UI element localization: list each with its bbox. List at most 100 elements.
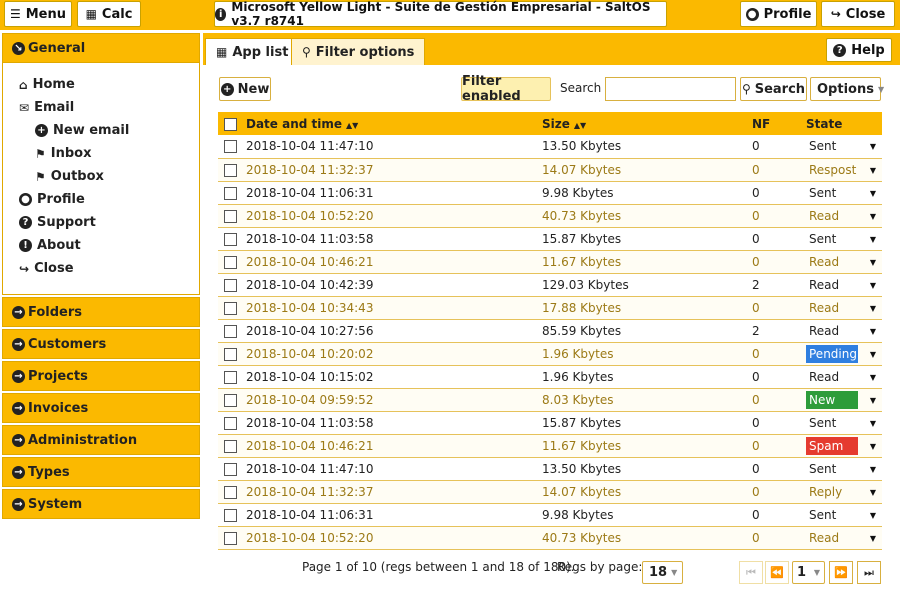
row-checkbox[interactable] xyxy=(224,255,237,269)
tab-filter-options[interactable]: ⚲ Filter options xyxy=(291,38,426,65)
chevron-down-icon[interactable]: ▼ xyxy=(870,189,876,198)
chevron-down-icon[interactable]: ▼ xyxy=(870,442,876,451)
sidebar-group-customers[interactable]: → Customers xyxy=(2,329,200,359)
sidebar-item-new-email[interactable]: + New email xyxy=(3,119,199,142)
sidebar-item-outbox[interactable]: ⚑ Outbox xyxy=(3,165,199,188)
sidebar-group-general[interactable]: ↘ General xyxy=(2,33,200,63)
sidebar-item-profile[interactable]: ● Profile xyxy=(3,188,199,211)
chevron-down-icon[interactable]: ▼ xyxy=(870,304,876,313)
options-select[interactable]: Options ▼ xyxy=(810,77,884,101)
regs-per-page-select[interactable]: 18 ▼ xyxy=(642,561,683,584)
chevron-down-icon[interactable]: ▼ xyxy=(870,142,876,151)
sidebar-group-folders[interactable]: → Folders xyxy=(2,297,200,327)
chevron-down-icon[interactable]: ▼ xyxy=(870,373,876,382)
cell-state[interactable]: Read ▼ xyxy=(806,526,882,550)
sidebar-item-support[interactable]: ? Support xyxy=(3,211,199,234)
cell-state[interactable]: Sent ▼ xyxy=(806,411,882,435)
row-checkbox[interactable] xyxy=(224,163,237,177)
row-checkbox[interactable] xyxy=(224,232,237,246)
table-row[interactable]: 2018-10-04 10:46:21 11.67 Kbytes 0 Spam ▼ xyxy=(218,434,882,458)
table-row[interactable]: 2018-10-04 11:03:58 15.87 Kbytes 0 Sent ▼ xyxy=(218,227,882,251)
table-row[interactable]: 2018-10-04 11:06:31 9.98 Kbytes 0 Sent ▼ xyxy=(218,503,882,527)
column-header-size[interactable]: Size ▲▼ xyxy=(542,112,752,135)
sidebar-item-about[interactable]: ! About xyxy=(3,234,199,257)
search-input[interactable] xyxy=(605,77,736,101)
chevron-down-icon[interactable]: ▼ xyxy=(870,511,876,520)
search-button[interactable]: ⚲ Search xyxy=(740,77,807,101)
table-row[interactable]: 2018-10-04 10:34:43 17.88 Kbytes 0 Read ▼ xyxy=(218,296,882,320)
row-checkbox[interactable] xyxy=(224,186,237,200)
row-checkbox[interactable] xyxy=(224,278,237,292)
sidebar-group-projects[interactable]: → Projects xyxy=(2,361,200,391)
chevron-down-icon[interactable]: ▼ xyxy=(870,350,876,359)
page-select[interactable]: 1 ▼ xyxy=(792,561,825,584)
cell-state[interactable]: Pending ▼ xyxy=(806,342,882,366)
cell-state[interactable]: Reply ▼ xyxy=(806,480,882,504)
table-row[interactable]: 2018-10-04 09:59:52 8.03 Kbytes 0 New ▼ xyxy=(218,388,882,412)
table-row[interactable]: 2018-10-04 10:27:56 85.59 Kbytes 2 Read ▼ xyxy=(218,319,882,343)
cell-state[interactable]: Sent ▼ xyxy=(806,503,882,527)
table-row[interactable]: 2018-10-04 10:15:02 1.96 Kbytes 0 Read ▼ xyxy=(218,365,882,389)
row-checkbox[interactable] xyxy=(224,347,237,361)
sidebar-group-types[interactable]: → Types xyxy=(2,457,200,487)
table-row[interactable]: 2018-10-04 11:47:10 13.50 Kbytes 0 Sent ▼ xyxy=(218,135,882,159)
cell-state[interactable]: Read ▼ xyxy=(806,204,882,228)
cell-state[interactable]: Sent ▼ xyxy=(806,181,882,205)
row-checkbox[interactable] xyxy=(224,416,237,430)
chevron-down-icon[interactable]: ▼ xyxy=(870,281,876,290)
row-checkbox[interactable] xyxy=(224,324,237,338)
tab-app-list[interactable]: ▦ App list xyxy=(205,38,300,65)
cell-state[interactable]: Read ▼ xyxy=(806,250,882,274)
sidebar-item-email[interactable]: ✉ Email xyxy=(3,96,199,119)
table-row[interactable]: 2018-10-04 11:06:31 9.98 Kbytes 0 Sent ▼ xyxy=(218,181,882,205)
cell-state[interactable]: New ▼ xyxy=(806,388,882,412)
chevron-down-icon[interactable]: ▼ xyxy=(870,258,876,267)
row-checkbox[interactable] xyxy=(224,301,237,315)
help-button[interactable]: ? Help xyxy=(826,38,892,62)
chevron-down-icon[interactable]: ▼ xyxy=(870,534,876,543)
last-page-button[interactable]: ⏭ xyxy=(857,561,881,584)
cell-state[interactable]: Spam ▼ xyxy=(806,434,882,458)
cell-state[interactable]: Sent ▼ xyxy=(806,457,882,481)
calc-button[interactable]: ▦ Calc xyxy=(77,1,141,27)
table-row[interactable]: 2018-10-04 10:20:02 1.96 Kbytes 0 Pending ▼ xyxy=(218,342,882,366)
row-checkbox[interactable] xyxy=(224,462,237,476)
table-row[interactable]: 2018-10-04 11:32:37 14.07 Kbytes 0 Reply ▼ xyxy=(218,480,882,504)
cell-state[interactable]: Read ▼ xyxy=(806,273,882,297)
table-row[interactable]: 2018-10-04 10:46:21 11.67 Kbytes 0 Read ▼ xyxy=(218,250,882,274)
row-checkbox[interactable] xyxy=(224,140,237,154)
row-checkbox[interactable] xyxy=(224,439,237,453)
cell-state[interactable]: Respost ▼ xyxy=(806,158,882,182)
table-row[interactable]: 2018-10-04 10:52:20 40.73 Kbytes 0 Read ▼ xyxy=(218,204,882,228)
row-checkbox[interactable] xyxy=(224,485,237,499)
select-all-checkbox[interactable] xyxy=(224,117,237,131)
chevron-down-icon[interactable]: ▼ xyxy=(870,396,876,405)
row-checkbox[interactable] xyxy=(224,370,237,384)
profile-button[interactable]: ● Profile xyxy=(740,1,817,27)
cell-state[interactable]: Sent ▼ xyxy=(806,227,882,251)
row-checkbox[interactable] xyxy=(224,209,237,223)
chevron-down-icon[interactable]: ▼ xyxy=(870,327,876,336)
close-button[interactable]: ↪ Close xyxy=(821,1,895,27)
first-page-button[interactable]: ⏮ xyxy=(739,561,763,584)
cell-state[interactable]: Read ▼ xyxy=(806,296,882,320)
chevron-down-icon[interactable]: ▼ xyxy=(870,235,876,244)
menu-button[interactable]: ☰ Menu xyxy=(4,1,72,27)
sidebar-group-invoices[interactable]: → Invoices xyxy=(2,393,200,423)
next-page-button[interactable]: ⏩ xyxy=(829,561,853,584)
row-checkbox[interactable] xyxy=(224,508,237,522)
chevron-down-icon[interactable]: ▼ xyxy=(870,212,876,221)
sidebar-group-administration[interactable]: → Administration xyxy=(2,425,200,455)
row-checkbox[interactable] xyxy=(224,393,237,407)
cell-state[interactable]: Read ▼ xyxy=(806,319,882,343)
prev-page-button[interactable]: ⏪ xyxy=(765,561,789,584)
chevron-down-icon[interactable]: ▼ xyxy=(870,488,876,497)
table-row[interactable]: 2018-10-04 11:03:58 15.87 Kbytes 0 Sent ▼ xyxy=(218,411,882,435)
chevron-down-icon[interactable]: ▼ xyxy=(870,465,876,474)
table-row[interactable]: 2018-10-04 11:47:10 13.50 Kbytes 0 Sent ▼ xyxy=(218,457,882,481)
new-button[interactable]: + New xyxy=(219,77,271,101)
column-header-date[interactable]: Date and time ▲▼ xyxy=(242,112,542,135)
sidebar-item-close[interactable]: ↪ Close xyxy=(3,257,199,280)
row-checkbox[interactable] xyxy=(224,531,237,545)
sidebar-item-inbox[interactable]: ⚑ Inbox xyxy=(3,142,199,165)
